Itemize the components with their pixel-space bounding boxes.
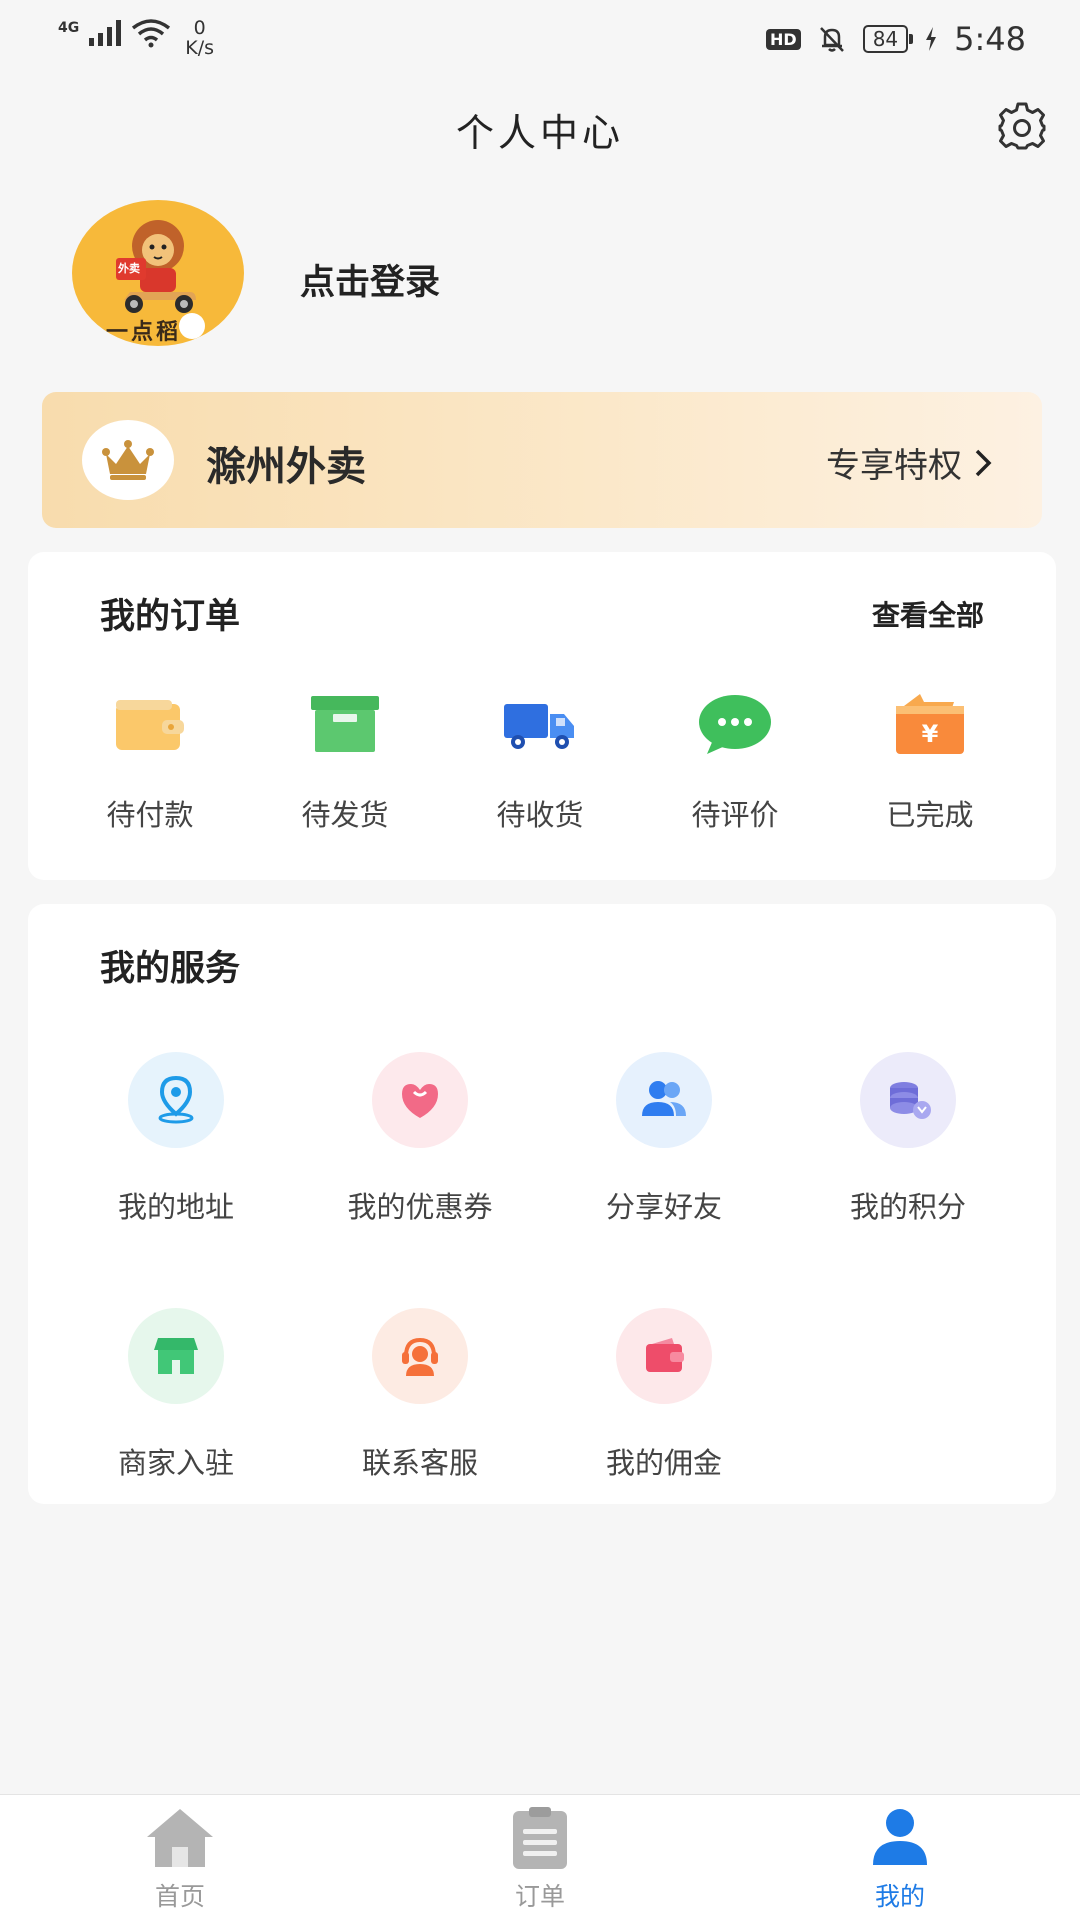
box-icon xyxy=(311,696,379,752)
vip-privilege-label: 专享特权 xyxy=(826,446,962,486)
hd-badge: HD xyxy=(766,28,801,50)
crown-badge xyxy=(82,420,174,500)
service-my-address[interactable]: 我的地址 xyxy=(76,1052,276,1226)
services-card: 我的服务 我的地址 我的优惠券 分享好友 我的积分 商家入驻 联系客服 我的佣金 xyxy=(28,904,1056,1504)
service-label: 我的积分 xyxy=(849,1190,966,1224)
store-icon xyxy=(154,1338,198,1374)
clock-time: 5:48 xyxy=(954,20,1026,58)
bell-off-icon xyxy=(819,27,844,52)
users-icon xyxy=(642,1081,686,1116)
speed-unit: K/s xyxy=(185,37,214,59)
nav-label: 我的 xyxy=(874,1882,925,1911)
coupon-icon xyxy=(402,1084,438,1118)
service-my-coupons[interactable]: 我的优惠券 xyxy=(320,1052,520,1226)
service-icon-bg xyxy=(860,1052,956,1148)
order-item-label: 待收货 xyxy=(496,798,584,832)
service-my-points[interactable]: 我的积分 xyxy=(808,1052,1008,1226)
network-type: 4G xyxy=(58,20,80,36)
nav-label: 订单 xyxy=(514,1882,565,1911)
nav-mine[interactable]: 我的 xyxy=(830,1805,970,1913)
chat-icon xyxy=(699,695,771,754)
service-label: 我的佣金 xyxy=(605,1446,722,1480)
home-icon xyxy=(147,1809,213,1867)
order-pending-shipment[interactable]: 待发货 xyxy=(265,692,425,834)
order-item-label: 待评价 xyxy=(691,798,779,832)
service-icon-bg xyxy=(372,1308,468,1404)
charging-icon xyxy=(926,27,937,51)
vip-name: 滁州外卖 xyxy=(206,444,366,490)
service-merchant-join[interactable]: 商家入驻 xyxy=(76,1308,276,1482)
service-label: 我的地址 xyxy=(117,1190,234,1224)
user-icon xyxy=(873,1809,927,1865)
network-speed: 0 K/s xyxy=(185,18,214,58)
yen-wallet-icon: ¥ xyxy=(896,694,964,754)
service-my-commission[interactable]: 我的佣金 xyxy=(564,1308,764,1482)
vip-privilege-link[interactable]: 专享特权 xyxy=(826,438,992,487)
speed-value: 0 xyxy=(193,17,206,39)
order-item-label: 待付款 xyxy=(106,798,194,832)
service-label: 分享好友 xyxy=(605,1190,722,1224)
nav-label: 首页 xyxy=(154,1882,205,1911)
order-item-label: 待发货 xyxy=(301,798,389,832)
battery-icon: 84 xyxy=(862,25,914,53)
service-icon-bg xyxy=(616,1308,712,1404)
view-all-orders-link[interactable]: 查看全部 xyxy=(872,594,984,634)
clipboard-icon xyxy=(513,1807,567,1869)
service-icon-bg xyxy=(372,1052,468,1148)
order-item-label: 已完成 xyxy=(886,798,974,832)
order-pending-receipt[interactable]: 待收货 xyxy=(460,692,620,834)
points-icon xyxy=(890,1082,931,1119)
login-button[interactable]: 点击登录 xyxy=(300,254,440,305)
headset-icon xyxy=(402,1337,438,1376)
service-icon-bg xyxy=(128,1308,224,1404)
order-completed[interactable]: ¥ 已完成 xyxy=(850,692,1010,834)
orders-card: 我的订单 查看全部 待付款 待发货 待收货 待评价 ¥ 已完成 xyxy=(28,552,1056,880)
truck-icon xyxy=(504,704,574,749)
service-contact-support[interactable]: 联系客服 xyxy=(320,1308,520,1482)
service-label: 联系客服 xyxy=(361,1446,478,1480)
nav-home[interactable]: 首页 xyxy=(110,1805,250,1913)
gear-icon xyxy=(998,102,1046,150)
wallet-icon xyxy=(646,1338,684,1372)
nav-orders[interactable]: 订单 xyxy=(470,1805,610,1913)
avatar-tag: 外卖 xyxy=(118,262,140,275)
bottom-nav: 首页 订单 我的 xyxy=(0,1794,1080,1920)
top-header: 个人中心 xyxy=(0,86,1080,166)
crown-icon xyxy=(102,440,154,480)
avatar[interactable]: 外卖 一点稻 xyxy=(72,200,244,346)
svg-text:¥: ¥ xyxy=(922,720,939,748)
chevron-right-icon xyxy=(975,449,992,476)
signal-icon xyxy=(89,18,122,46)
orders-title: 我的订单 xyxy=(100,597,241,637)
order-pending-review[interactable]: 待评价 xyxy=(655,692,815,834)
service-icon-bg xyxy=(128,1052,224,1148)
location-icon xyxy=(158,1075,194,1124)
page-title: 个人中心 xyxy=(455,111,624,155)
status-bar: 4G 0 K/s HD 84 5:48 xyxy=(0,0,1080,75)
wallet-icon xyxy=(116,700,184,750)
services-title: 我的服务 xyxy=(100,949,241,989)
service-label: 商家入驻 xyxy=(117,1446,234,1480)
order-pending-payment[interactable]: 待付款 xyxy=(70,692,230,834)
service-icon-bg xyxy=(616,1052,712,1148)
vip-banner[interactable]: 滁州外卖 专享特权 xyxy=(42,392,1042,528)
service-share-friends[interactable]: 分享好友 xyxy=(564,1052,764,1226)
wifi-icon xyxy=(132,19,171,48)
settings-button[interactable] xyxy=(994,98,1050,154)
service-label: 我的优惠券 xyxy=(347,1190,493,1224)
status-right: HD 84 5:48 xyxy=(766,20,1026,58)
status-left: 4G 0 K/s xyxy=(58,18,214,58)
avatar-brand: 一点稻 xyxy=(106,320,182,345)
